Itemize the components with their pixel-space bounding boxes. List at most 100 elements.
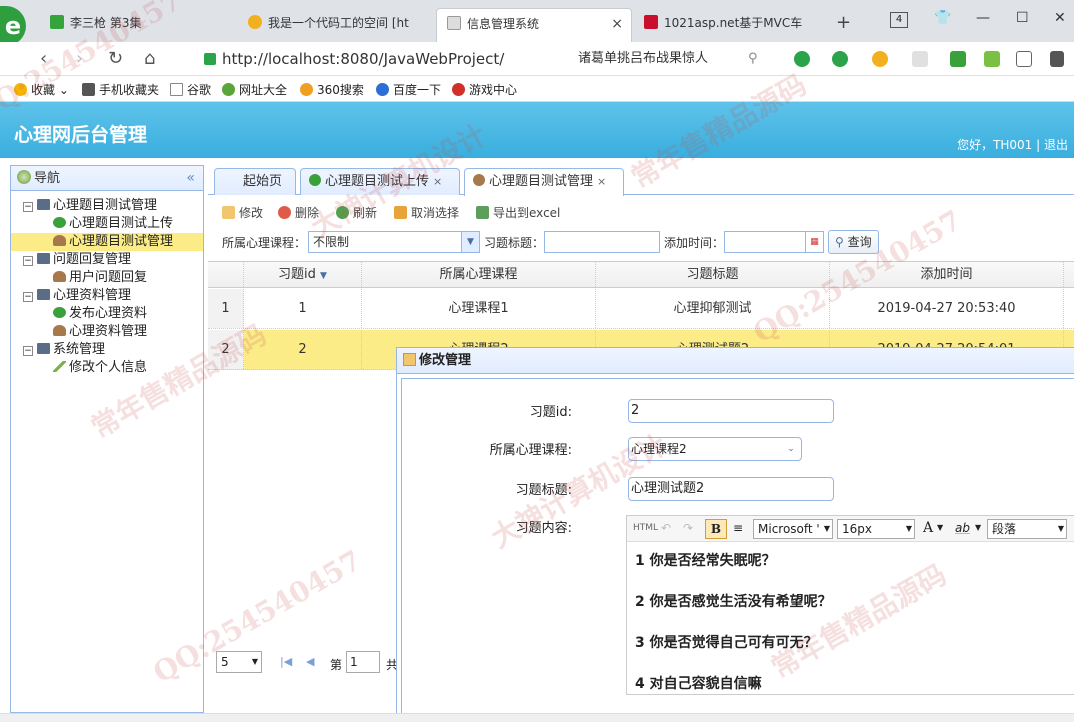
nav-item-user-reply[interactable]: 用户问题回复	[11, 269, 203, 287]
nav-group-material[interactable]: − 心理资料管理	[11, 287, 203, 305]
close-icon[interactable]: ×	[433, 175, 442, 188]
query-button[interactable]: ⚲ 查询	[828, 230, 879, 254]
date-filter-input[interactable]: ▦	[724, 231, 824, 253]
translate-icon[interactable]	[832, 51, 848, 67]
bookmark-item[interactable]: 收藏 ⌄	[14, 81, 69, 98]
tab-count-badge[interactable]: 4	[890, 12, 908, 28]
undo-icon[interactable]: ↶	[661, 519, 671, 539]
close-window-icon[interactable]: ✕	[1054, 10, 1066, 26]
browser-tab[interactable]: 我是一个代码工的空间 [ht	[238, 8, 434, 42]
page-number-input[interactable]: 1	[346, 651, 380, 673]
course-filter-select[interactable]: 不限制 ▼	[308, 231, 480, 253]
course-select[interactable]: 心理课程2 ⌄	[628, 437, 802, 461]
monitor-icon	[37, 289, 50, 300]
table-row[interactable]: 1 1 心理课程1 心理抑郁测试 2019-04-27 20:53:40	[208, 289, 1074, 329]
title-filter-input[interactable]	[544, 231, 660, 253]
chevron-down-icon[interactable]: ▼	[461, 232, 479, 252]
font-family-select[interactable]: Microsoft ' ▼	[753, 519, 833, 539]
monitor-icon	[37, 199, 50, 210]
redo-icon[interactable]: ↷	[683, 519, 693, 539]
page-prefix-label: 第	[330, 658, 343, 672]
scissors-icon[interactable]	[794, 51, 810, 67]
title-field[interactable]: 心理测试题2	[628, 477, 834, 501]
chevron-down-icon[interactable]: ▼	[937, 519, 943, 539]
sort-desc-icon: ▼	[320, 271, 327, 281]
edit-dialog: 修改管理 习题id: 2 所属心理课程: 心理课程2 ⌄ 习题标题: 心理测试题2…	[396, 347, 1074, 722]
browser-tab-active[interactable]: 信息管理系统 ×	[436, 8, 632, 42]
cancel-select-button[interactable]: 取消选择	[394, 204, 459, 221]
calendar-icon[interactable]: ▦	[805, 232, 823, 252]
first-page-icon[interactable]: |◀	[280, 655, 292, 668]
collapse-icon[interactable]: «	[186, 166, 195, 191]
search-icon[interactable]: ⚲	[748, 46, 758, 72]
grid-toolbar: 修改 删除 刷新 取消选择 导出到excel	[208, 199, 1074, 225]
bookmark-item[interactable]: 手机收藏夹	[82, 81, 159, 98]
coin-icon[interactable]	[872, 51, 888, 67]
grid-header-time[interactable]: 添加时间	[830, 262, 1064, 287]
maximize-icon[interactable]: ☐	[1016, 10, 1029, 26]
grid-header-course[interactable]: 所属心理课程	[362, 262, 596, 287]
grid-header-title[interactable]: 习题标题	[596, 262, 830, 287]
chevron-down-icon[interactable]: ▼	[975, 519, 981, 539]
highlight-button[interactable]: ab	[955, 519, 970, 539]
tab-test-manage[interactable]: 心理题目测试管理 ×	[464, 168, 624, 196]
user-greeting[interactable]: 您好，TH001 | 退出	[957, 136, 1068, 153]
id-label: 习题id:	[529, 405, 572, 420]
screenshot-icon[interactable]	[912, 51, 928, 67]
chevron-down-icon[interactable]: ⌄	[783, 439, 799, 459]
tab-test-upload[interactable]: 心理题目测试上传 ×	[300, 168, 460, 195]
battery-icon[interactable]	[984, 51, 1000, 67]
tree-expand-icon[interactable]: −	[23, 256, 33, 266]
nav-item-test-upload[interactable]: 心理题目测试上传	[11, 215, 203, 233]
id-field[interactable]: 2	[628, 399, 834, 423]
new-tab-icon[interactable]: +	[836, 12, 851, 33]
undo-icon[interactable]	[1016, 51, 1032, 67]
home-icon[interactable]: ⌂	[144, 48, 155, 69]
edit-button[interactable]: 修改	[222, 204, 263, 221]
back-icon[interactable]: ‹	[40, 48, 47, 69]
forward-icon[interactable]: ›	[76, 48, 83, 69]
tree-expand-icon[interactable]: −	[23, 292, 33, 302]
search-field[interactable]: 诸葛单挑吕布战果惊人 ⚲	[578, 46, 768, 72]
refresh-button[interactable]: 刷新	[336, 204, 377, 221]
browser-tab[interactable]: 李三枪 第3集	[40, 8, 236, 42]
delete-button[interactable]: 删除	[278, 204, 319, 221]
url-field[interactable]: http://localhost:8080/JavaWebProject/	[196, 46, 566, 72]
html-source-button[interactable]: HTML	[633, 519, 658, 539]
reload-icon[interactable]: ↻	[108, 48, 123, 69]
bookmark-item[interactable]: 百度一下	[376, 81, 441, 98]
close-tab-icon[interactable]: ×	[611, 9, 623, 39]
tree-expand-icon[interactable]: −	[23, 202, 33, 212]
nav-item-material-manage[interactable]: 心理资料管理	[11, 323, 203, 341]
grid-header-id[interactable]: 习题id ▼	[244, 262, 362, 287]
font-color-button[interactable]: A	[923, 519, 933, 539]
nav-item-publish-material[interactable]: 发布心理资料	[11, 305, 203, 323]
bookmark-item[interactable]: 谷歌	[170, 81, 211, 98]
close-icon[interactable]: ×	[597, 175, 606, 188]
nav-group-reply[interactable]: − 问题回复管理	[11, 251, 203, 269]
nav-item-edit-profile[interactable]: 修改个人信息	[11, 359, 203, 377]
browser-tab[interactable]: 1021asp.net基于MVC车	[634, 8, 830, 42]
export-excel-button[interactable]: 导出到excel	[476, 204, 560, 221]
page-size-select[interactable]: 5 ▼	[216, 651, 262, 673]
prev-page-icon[interactable]: ◀	[306, 655, 314, 668]
edit-icon	[403, 353, 416, 366]
shirt-icon[interactable]: 👕	[934, 10, 951, 26]
tree-expand-icon[interactable]: −	[23, 346, 33, 356]
nav-item-test-manage[interactable]: 心理题目测试管理	[11, 233, 203, 251]
menu-icon[interactable]	[1050, 51, 1064, 67]
font-size-select[interactable]: 16px ▼	[837, 519, 915, 539]
nav-group-test[interactable]: − 心理题目测试管理	[11, 197, 203, 215]
align-icon[interactable]: ≡	[733, 519, 743, 539]
apps-icon[interactable]	[950, 51, 966, 67]
paragraph-select[interactable]: 段落 ▼	[987, 519, 1067, 539]
bookmark-item[interactable]: 网址大全	[222, 81, 287, 98]
minimize-icon[interactable]: —	[976, 10, 990, 26]
nav-group-system[interactable]: − 系统管理	[11, 341, 203, 359]
bold-button[interactable]: B	[705, 519, 727, 539]
tab-home[interactable]: 起始页	[214, 168, 296, 195]
cell-id: 2	[244, 330, 362, 369]
bookmark-item[interactable]: 360搜索	[300, 81, 364, 98]
editor-content[interactable]: 1 你是否经常失眠呢？ 2 你是否感觉生活没有希望呢？ 3 你是否觉得自己可有可…	[627, 542, 1074, 718]
bookmark-item[interactable]: 游戏中心	[452, 81, 517, 98]
